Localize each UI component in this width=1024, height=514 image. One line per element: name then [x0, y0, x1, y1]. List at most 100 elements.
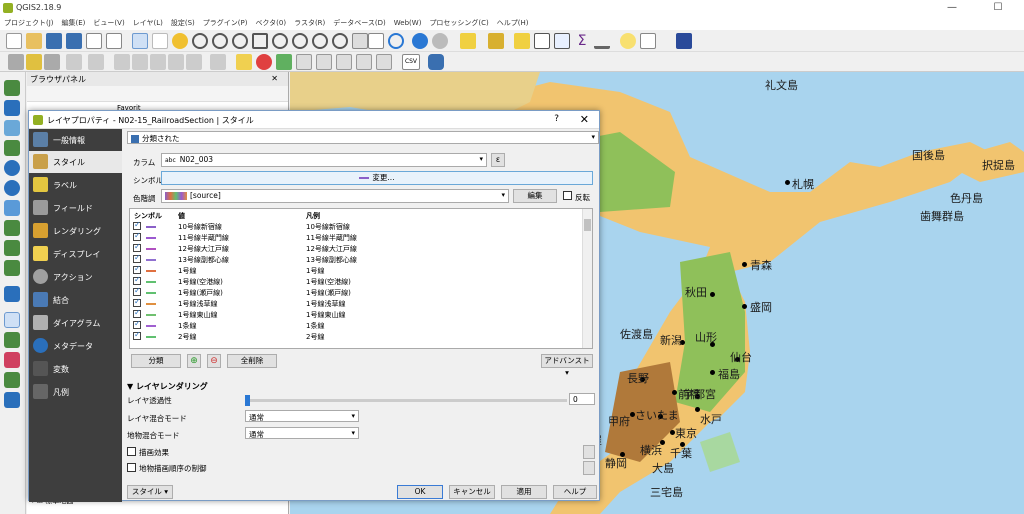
row-visible-checkbox[interactable]: [133, 330, 141, 340]
text-annotation-icon[interactable]: [640, 33, 656, 49]
menu-project[interactable]: プロジェクト(J): [0, 16, 58, 30]
table-row[interactable]: 1号線 1号線: [130, 264, 582, 276]
menu-view[interactable]: ビュー(V): [89, 16, 128, 30]
zoom-full-icon[interactable]: [252, 33, 268, 49]
table-row[interactable]: 10号線新宿線 10号線新宿線: [130, 220, 582, 232]
save-as-icon[interactable]: [66, 33, 82, 49]
pan-map-icon[interactable]: [132, 33, 148, 49]
rotate-label-icon[interactable]: [316, 54, 332, 70]
show-hide-labels-icon[interactable]: [356, 54, 372, 70]
add-db2-layer-icon[interactable]: [4, 372, 20, 388]
cancel-button[interactable]: キャンセル: [449, 485, 495, 499]
add-postgis-layer-icon[interactable]: [4, 120, 20, 136]
add-oracle-layer-icon[interactable]: [4, 332, 20, 348]
pan-to-selection-icon[interactable]: [172, 33, 188, 49]
nav-style[interactable]: スタイル: [29, 151, 122, 173]
move-feature-icon[interactable]: [88, 54, 104, 70]
zoom-native-icon[interactable]: [232, 33, 248, 49]
refresh-icon[interactable]: [388, 33, 404, 49]
nav-rendering[interactable]: レンダリング: [29, 220, 122, 242]
row-visible-checkbox[interactable]: [133, 308, 141, 318]
table-row[interactable]: 12号線大江戸線 12号線大江戸線: [130, 242, 582, 254]
row-visible-checkbox[interactable]: [133, 242, 141, 252]
add-vector-layer-icon[interactable]: [4, 80, 20, 96]
nav-labels[interactable]: ラベル: [29, 174, 122, 196]
zoom-next-icon[interactable]: [332, 33, 348, 49]
edit-ramp-button[interactable]: 編集: [513, 189, 557, 203]
python-console-icon[interactable]: [428, 54, 444, 70]
add-wcs-layer-icon[interactable]: [4, 180, 20, 196]
menu-raster[interactable]: ラスタ(R): [290, 16, 329, 30]
delete-all-button[interactable]: 全削除: [227, 354, 277, 368]
column-select[interactable]: abc N02_003 ▾: [161, 153, 487, 167]
current-edits-icon[interactable]: [8, 54, 24, 70]
nav-diagrams[interactable]: ダイアグラム: [29, 312, 122, 334]
menu-edit[interactable]: 編集(E): [58, 16, 90, 30]
add-wms-layer-icon[interactable]: [4, 160, 20, 176]
georeferencer-icon[interactable]: [4, 392, 20, 408]
row-visible-checkbox[interactable]: [133, 253, 141, 263]
attribute-table-icon[interactable]: [534, 33, 550, 49]
add-wkt-icon[interactable]: [4, 312, 20, 328]
add-class-icon[interactable]: ⊕: [187, 354, 201, 368]
zoom-last-icon[interactable]: [312, 33, 328, 49]
transparency-spinbox[interactable]: 0: [569, 393, 595, 405]
undo-icon[interactable]: [210, 54, 226, 70]
classify-button[interactable]: 分類: [131, 354, 181, 368]
dialog-help-icon[interactable]: ?: [554, 114, 559, 124]
table-scroll-thumb[interactable]: [584, 219, 591, 231]
table-row[interactable]: 11号線半蔵門線 11号線半蔵門線: [130, 231, 582, 243]
nav-general[interactable]: 一般情報: [29, 129, 122, 151]
open-project-icon[interactable]: [26, 33, 42, 49]
pin-labels-icon[interactable]: [256, 54, 272, 70]
menu-plugins[interactable]: プラグイン(P): [199, 16, 252, 30]
layer-rendering-section[interactable]: ▼ レイヤレンダリング: [127, 381, 208, 392]
identify-icon[interactable]: [412, 33, 428, 49]
row-visible-checkbox[interactable]: [133, 319, 141, 329]
apply-button[interactable]: 適用: [501, 485, 547, 499]
menu-help[interactable]: ヘルプ(H): [493, 16, 533, 30]
blend-layer-select[interactable]: 通常 ▾: [245, 410, 359, 422]
nav-metadata[interactable]: メタデータ: [29, 335, 122, 357]
transparency-slider-handle[interactable]: [245, 395, 250, 406]
add-raster-layer-icon[interactable]: [4, 100, 20, 116]
toggle-editing-icon[interactable]: [26, 54, 42, 70]
help-context-icon[interactable]: [676, 33, 692, 49]
dialog-close-icon[interactable]: ✕: [580, 113, 589, 126]
zoom-out-icon[interactable]: [212, 33, 228, 49]
menu-layer[interactable]: レイヤ(L): [129, 16, 167, 30]
statistics-sigma-icon[interactable]: Σ: [574, 33, 590, 49]
table-row[interactable]: 2号線 2号線: [130, 330, 582, 342]
node-tool-icon[interactable]: [114, 54, 130, 70]
paste-features-icon[interactable]: [186, 54, 202, 70]
symbol-change-button[interactable]: 変更...: [161, 171, 593, 185]
zoom-selection-icon[interactable]: [272, 33, 288, 49]
help-button[interactable]: ヘルプ: [553, 485, 597, 499]
renderer-select[interactable]: 分類された ▾: [127, 131, 599, 144]
run-action-icon[interactable]: [432, 33, 448, 49]
delete-selected-icon[interactable]: [132, 54, 148, 70]
table-row[interactable]: 13号線副都心線 13号線副都心線: [130, 253, 582, 265]
nav-display[interactable]: ディスプレイ: [29, 243, 122, 265]
composer-manager-icon[interactable]: [106, 33, 122, 49]
row-visible-checkbox[interactable]: [133, 297, 141, 307]
unpin-labels-icon[interactable]: [376, 54, 392, 70]
change-label-icon[interactable]: [336, 54, 352, 70]
new-bookmark-icon[interactable]: [368, 33, 384, 49]
csv-icon[interactable]: CSV: [402, 54, 420, 70]
advanced-button[interactable]: アドバンスト ▾: [541, 354, 593, 377]
blend-feature-select[interactable]: 通常 ▾: [245, 427, 359, 439]
minimize-button[interactable]: —: [938, 0, 966, 16]
nav-legend[interactable]: 凡例: [29, 381, 122, 403]
new-project-icon[interactable]: [6, 33, 22, 49]
style-menu-button[interactable]: スタイル ▾: [127, 485, 173, 499]
control-order-checkbox[interactable]: [127, 463, 136, 472]
nav-fields[interactable]: フィールド: [29, 197, 122, 219]
menu-settings[interactable]: 設定(S): [167, 16, 199, 30]
row-visible-checkbox[interactable]: [133, 275, 141, 285]
field-calculator-icon[interactable]: [554, 33, 570, 49]
menu-web[interactable]: Web(W): [390, 17, 426, 29]
select-features-icon[interactable]: [460, 33, 476, 49]
table-scrollbar[interactable]: [582, 209, 592, 348]
copy-features-icon[interactable]: [168, 54, 184, 70]
